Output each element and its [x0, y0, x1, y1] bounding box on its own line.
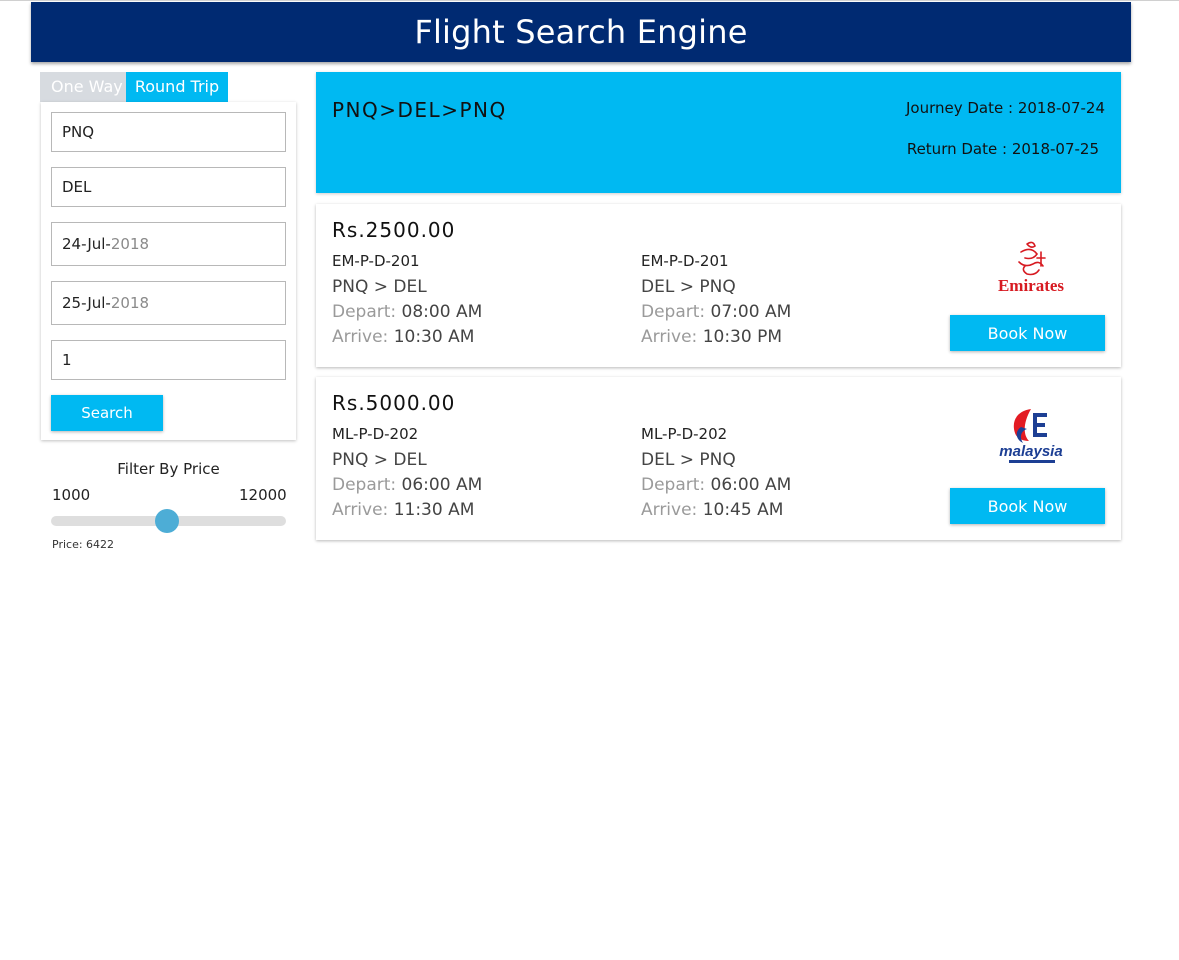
depart-label: Depart: — [641, 302, 706, 322]
depart-label: Depart: — [332, 475, 397, 495]
outbound-leg: EM-P-D-201 PNQ > DEL Depart: 08:00 AM Ar… — [332, 250, 612, 350]
arrive-time: 10:45 AM — [702, 500, 784, 520]
top-border — [0, 0, 1179, 1]
trip-type-tabs: One Way Round Trip — [40, 72, 228, 102]
depart-time-row: Depart: 06:00 AM — [641, 473, 921, 498]
route-title: PNQ>DEL>PNQ — [332, 98, 507, 122]
page-title: Flight Search Engine — [414, 13, 748, 51]
malaysia-logo-text: malaysia — [999, 443, 1062, 460]
arrive-time-row: Arrive: 10:30 PM — [641, 325, 921, 350]
return-leg: EM-P-D-201 DEL > PNQ Depart: 07:00 AM Ar… — [641, 250, 921, 350]
arrive-time-row: Arrive: 11:30 AM — [332, 498, 612, 523]
flight-code: EM-P-D-201 — [332, 252, 420, 270]
price-range-min: 1000 — [52, 486, 91, 504]
depart-date-year: 2018 — [110, 235, 150, 253]
book-now-button[interactable]: Book Now — [950, 488, 1105, 524]
flight-card: Rs.2500.00 EM-P-D-201 PNQ > DEL Depart: … — [316, 204, 1121, 367]
tab-one-way[interactable]: One Way — [40, 72, 126, 102]
flight-card: Rs.5000.00 ML-P-D-202 PNQ > DEL Depart: … — [316, 377, 1121, 540]
depart-time: 08:00 AM — [401, 302, 483, 322]
flight-route: DEL > PNQ — [641, 277, 736, 297]
flight-route: PNQ > DEL — [332, 450, 427, 470]
arrive-time: 11:30 AM — [393, 500, 475, 520]
return-date-year: 2018 — [110, 294, 150, 312]
arrive-time-row: Arrive: 10:30 AM — [332, 325, 612, 350]
journey-date: Journey Date : 2018-07-24 — [905, 99, 1105, 117]
flight-price: Rs.5000.00 — [332, 391, 456, 415]
origin-value: PNQ — [62, 123, 95, 141]
emirates-logo-icon: Emirates — [998, 241, 1064, 295]
origin-field[interactable]: PNQ — [51, 112, 286, 152]
destination-field[interactable]: DEL — [51, 167, 286, 207]
price-range-max: 12000 — [239, 486, 287, 504]
flight-code: ML-P-D-202 — [332, 425, 419, 443]
passengers-field[interactable]: 1 — [51, 340, 286, 380]
book-now-button[interactable]: Book Now — [950, 315, 1105, 351]
depart-time: 06:00 AM — [401, 475, 483, 495]
app-header: Flight Search Engine — [31, 2, 1131, 62]
flight-route: DEL > PNQ — [641, 450, 736, 470]
depart-label: Depart: — [641, 475, 706, 495]
depart-time-row: Depart: 07:00 AM — [641, 300, 921, 325]
malaysia-airlines-logo-icon: malaysia — [999, 409, 1063, 463]
flight-code: EM-P-D-201 — [641, 252, 729, 270]
depart-time: 06:00 AM — [710, 475, 792, 495]
depart-time-row: Depart: 06:00 AM — [332, 473, 612, 498]
depart-date-day-month: 24-Jul- — [62, 235, 111, 253]
return-leg: ML-P-D-202 DEL > PNQ Depart: 06:00 AM Ar… — [641, 423, 921, 523]
search-button[interactable]: Search — [51, 395, 163, 431]
arrive-label: Arrive: — [641, 500, 698, 520]
depart-date-field[interactable]: 24-Jul- 2018 — [51, 222, 286, 266]
flight-code: ML-P-D-202 — [641, 425, 728, 443]
depart-time: 07:00 AM — [710, 302, 792, 322]
arrive-label: Arrive: — [332, 500, 389, 520]
price-slider-thumb[interactable] — [155, 509, 179, 533]
flight-price: Rs.2500.00 — [332, 218, 456, 242]
arrive-label: Arrive: — [641, 327, 698, 347]
filter-title: Filter By Price — [117, 460, 220, 478]
destination-value: DEL — [62, 178, 92, 196]
passengers-value: 1 — [62, 351, 72, 369]
flight-route: PNQ > DEL — [332, 277, 427, 297]
arrive-time: 10:30 PM — [702, 327, 783, 347]
outbound-leg: ML-P-D-202 PNQ > DEL Depart: 06:00 AM Ar… — [332, 423, 612, 523]
price-value-label: Price: 6422 — [52, 538, 115, 551]
arrive-time: 10:30 AM — [393, 327, 475, 347]
route-banner: PNQ>DEL>PNQ Journey Date : 2018-07-24 Re… — [316, 72, 1121, 193]
depart-label: Depart: — [332, 302, 397, 322]
emirates-logo-text: Emirates — [998, 276, 1064, 295]
search-form: PNQ DEL 24-Jul- 2018 25-Jul- 2018 1 Search — [41, 102, 296, 440]
depart-time-row: Depart: 08:00 AM — [332, 300, 612, 325]
tab-round-trip[interactable]: Round Trip — [126, 72, 228, 102]
arrive-label: Arrive: — [332, 327, 389, 347]
return-date: Return Date : 2018-07-25 — [906, 140, 1099, 158]
return-date-field[interactable]: 25-Jul- 2018 — [51, 281, 286, 325]
return-date-day-month: 25-Jul- — [62, 294, 111, 312]
arrive-time-row: Arrive: 10:45 AM — [641, 498, 921, 523]
